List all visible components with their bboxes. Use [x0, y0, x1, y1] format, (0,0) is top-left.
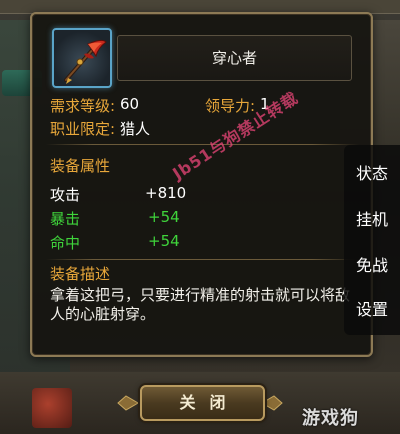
item-description: 拿着这把弓，只要进行精准的射击就可以将敌人的心脏射穿。 — [50, 286, 351, 323]
red-bow-icon — [64, 39, 107, 84]
right-ornament-icon — [262, 395, 283, 411]
level-requirement-value: 60 — [120, 95, 140, 113]
left-ornament-icon — [117, 395, 138, 411]
attributes-title: 装备属性 — [50, 157, 111, 175]
item-name-box: 穿心者 — [117, 35, 352, 81]
attribute-attack-label: 攻击 — [50, 186, 81, 204]
side-menu-truce[interactable]: 免战 — [344, 252, 400, 276]
attribute-crit-label: 暴击 — [50, 210, 81, 228]
class-restriction-label: 职业限定: — [50, 120, 116, 138]
description-title: 装备描述 — [50, 265, 111, 283]
logo-text: 游戏狗 — [302, 408, 359, 429]
level-requirement-label: 需求等级: — [50, 97, 116, 115]
class-restriction-value: 猎人 — [120, 120, 151, 138]
item-name: 穿心者 — [211, 49, 257, 67]
attribute-hit-label: 命中 — [50, 234, 81, 252]
side-menu: 状态 挂机 免战 设置 — [344, 145, 400, 335]
item-icon-frame — [52, 28, 112, 88]
item-detail-panel: 穿心者 需求等级: 60 领导力: 1 职业限定: 猎人 装备属性 攻击 +81… — [30, 12, 373, 357]
close-button[interactable]: 关闭 — [140, 385, 265, 421]
attribute-hit-value: +54 — [148, 232, 180, 250]
side-menu-status[interactable]: 状态 — [344, 160, 400, 184]
attribute-attack-value: +810 — [145, 184, 187, 202]
side-menu-idle[interactable]: 挂机 — [344, 206, 400, 230]
background-item-icon — [32, 388, 72, 428]
attribute-crit-value: +54 — [148, 208, 180, 226]
divider — [46, 259, 359, 260]
side-menu-settings[interactable]: 设置 — [344, 296, 400, 320]
